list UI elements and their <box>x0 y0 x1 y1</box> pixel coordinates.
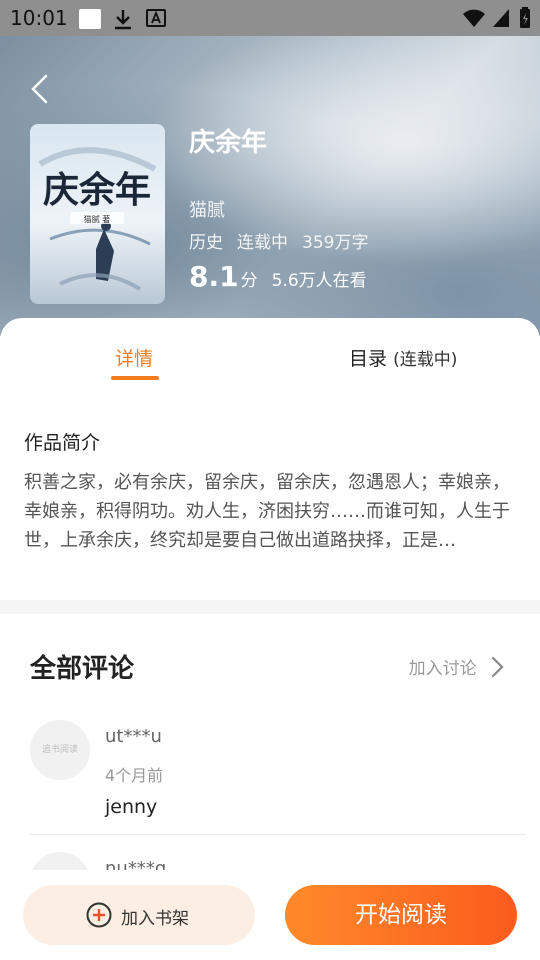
add-to-shelf-label: 加入书架 <box>121 909 189 929</box>
book-cover-art: 庆余年 猫腻 著 <box>30 124 165 304</box>
intro-text[interactable]: 积善之家，必有余庆，留余庆，留余庆，忽遇恩人；幸娘亲，幸娘亲，积得阴功。劝人生，… <box>24 468 514 555</box>
wifi-icon <box>462 7 486 33</box>
chevron-left-icon <box>31 74 48 104</box>
cover-title-text: 庆余年 <box>43 169 151 211</box>
start-reading-button[interactable]: 开始阅读 <box>285 885 517 945</box>
join-discussion-label: 加入讨论 <box>408 659 477 679</box>
tab-toc-label: 目录 <box>349 348 388 370</box>
intro-heading: 作品简介 <box>24 432 101 454</box>
book-status: 连载中 <box>237 233 288 253</box>
rating-row: 8.1 分 5.6万人在看 <box>189 260 367 293</box>
download-icon <box>112 8 134 34</box>
book-word-count: 359万字 <box>302 233 369 253</box>
comment-time: 4个月前 <box>105 766 164 785</box>
back-button[interactable] <box>28 72 52 106</box>
chevron-right-icon <box>490 655 504 684</box>
comment-username[interactable]: ut***u <box>105 726 162 747</box>
comments-title: 全部评论 <box>30 654 135 684</box>
tab-detail[interactable]: 详情 <box>115 344 153 371</box>
add-to-shelf-button[interactable]: 加入书架 <box>23 885 255 945</box>
content-sheet: 详情 目录 (连载中) 作品简介 积善之家，必有余庆，留余庆，留余庆，忽遇恩人；… <box>0 318 540 960</box>
cell-signal-icon <box>492 7 510 33</box>
join-discussion-link[interactable]: 加入讨论 <box>409 654 504 684</box>
bottom-action-bar: 加入书架 开始阅读 <box>0 870 540 960</box>
battery-icon <box>518 6 532 34</box>
avatar[interactable]: 追书阅读 <box>30 720 90 780</box>
rating-score: 8.1 <box>189 260 239 293</box>
book-author[interactable]: 猫腻 <box>189 196 225 222</box>
book-title: 庆余年 <box>189 128 268 158</box>
keyboard-icon <box>146 8 166 32</box>
cover-author-text: 猫腻 著 <box>84 214 111 224</box>
readers-count: 5.6万人在看 <box>271 271 367 291</box>
book-genre: 历史 <box>189 233 223 253</box>
status-time: 10:01 <box>10 6 68 30</box>
comment-divider <box>30 834 526 835</box>
tab-toc-status: (连载中) <box>393 350 458 370</box>
section-divider <box>0 600 540 614</box>
book-cover[interactable]: 庆余年 猫腻 著 <box>30 124 165 304</box>
comment-text: jenny <box>105 796 158 818</box>
rating-unit: 分 <box>240 271 258 291</box>
book-meta: 历史 连载中 359万字 <box>189 228 382 253</box>
plus-circle-icon <box>86 902 112 933</box>
notification-icon <box>78 8 102 34</box>
tab-active-indicator <box>111 376 159 380</box>
status-bar: 10:01 <box>0 0 540 36</box>
tab-toc[interactable]: 目录 (连载中) <box>349 344 457 371</box>
